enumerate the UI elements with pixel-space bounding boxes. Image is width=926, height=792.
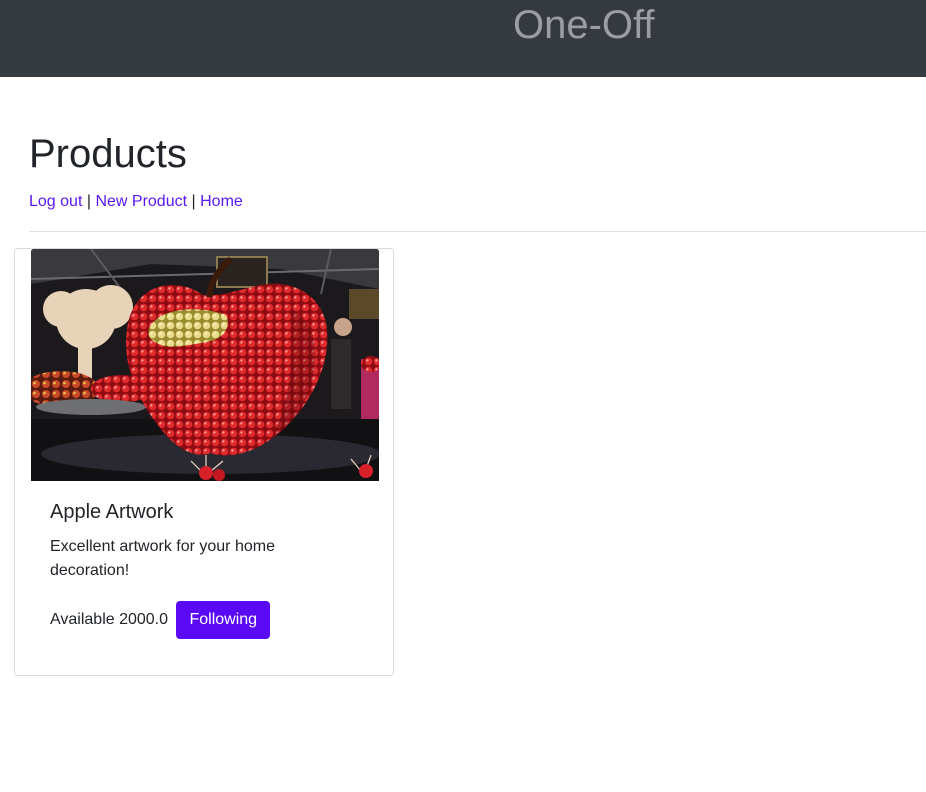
product-footer: Available 2000.0 Following [50, 601, 271, 639]
divider [29, 231, 926, 232]
logout-link[interactable]: Log out [29, 193, 82, 210]
home-link[interactable]: Home [200, 193, 243, 210]
page-nav-links: Log out | New Product | Home [29, 192, 243, 212]
nav-separator: | [191, 193, 196, 210]
product-description: Excellent artwork for your home decorati… [50, 538, 275, 579]
page-title: Products [29, 132, 187, 176]
brand-title[interactable]: One-Off [513, 2, 655, 48]
nav-separator: | [86, 193, 91, 210]
following-button[interactable]: Following [176, 601, 271, 639]
product-image[interactable] [31, 249, 379, 481]
availability-text: Available 2000.0 [50, 611, 169, 628]
product-title: Apple Artwork [50, 501, 174, 523]
new-product-link[interactable]: New Product [95, 193, 187, 210]
product-card: Apple Artwork Excellent artwork for your… [14, 248, 394, 676]
top-navbar: One-Off [0, 0, 926, 77]
